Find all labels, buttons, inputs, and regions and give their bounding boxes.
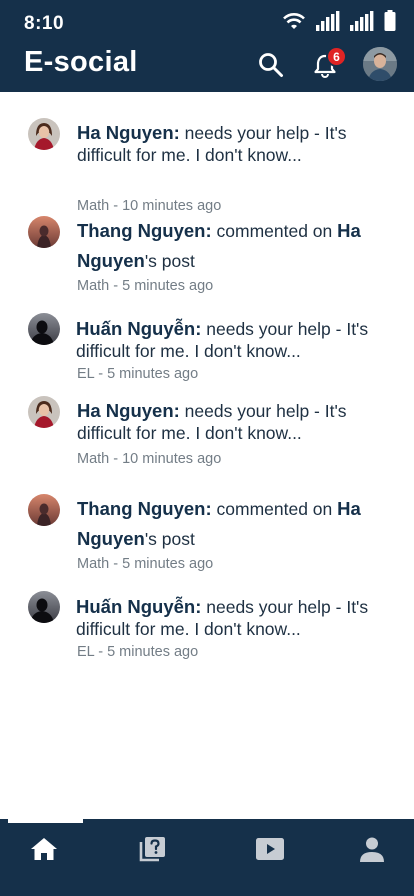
- status-time: 8:10: [24, 13, 65, 34]
- profile-photo: [363, 47, 397, 81]
- home-icon: [31, 838, 57, 860]
- nav-profile[interactable]: [352, 829, 392, 869]
- notification-meta: Math - 5 minutes ago: [77, 556, 214, 572]
- avatar: [28, 591, 60, 623]
- notification-meta: EL - 5 minutes ago: [77, 366, 199, 382]
- search-button[interactable]: [257, 51, 285, 79]
- sender-name[interactable]: Huấn Nguyễn:: [76, 318, 201, 339]
- notification-meta: Math - 10 minutes ago: [77, 451, 222, 467]
- status-bar: 8:10: [0, 0, 414, 44]
- avatar-silhouette: [28, 591, 60, 623]
- active-tab-indicator: [8, 819, 83, 823]
- avatar: [28, 216, 60, 248]
- avatar: [28, 396, 60, 428]
- status-icons: [282, 9, 396, 31]
- notification-message: commented on: [211, 499, 338, 519]
- avatar: [28, 313, 60, 345]
- notification-text: Huấn Nguyễn: needs your help - It's diff…: [76, 318, 386, 362]
- nav-questions[interactable]: [132, 829, 172, 869]
- notification-text: Ha Nguyen: needs your help - It's diffic…: [77, 122, 387, 166]
- avatar: [28, 494, 60, 526]
- sender-name[interactable]: Huấn Nguyễn:: [76, 596, 201, 617]
- notification-message: commented on: [211, 221, 338, 241]
- wifi-icon: [283, 13, 305, 29]
- search-icon: [259, 53, 283, 77]
- app-bar: E-social 6: [0, 44, 414, 92]
- video-play-icon: [256, 838, 284, 860]
- cellular-signal-icon: [316, 11, 340, 31]
- sender-name[interactable]: Ha Nguyen:: [77, 400, 180, 421]
- bottom-navigation: [0, 819, 414, 896]
- avatar-sunset: [28, 216, 60, 248]
- sender-name[interactable]: Ha Nguyen:: [77, 122, 180, 143]
- app-title: E-social: [24, 46, 138, 78]
- question-library-icon: [139, 837, 165, 862]
- notification-text: Ha Nguyen: needs your help - It's diffic…: [77, 400, 387, 444]
- sender-name[interactable]: Thang Nguyen:: [77, 498, 212, 519]
- avatar-sunset: [28, 494, 60, 526]
- notification-badge: 6: [326, 46, 347, 67]
- notification-text: Thang Nguyen: commented on Ha Nguyen's p…: [77, 494, 387, 554]
- sender-name[interactable]: Thang Nguyen:: [77, 220, 212, 241]
- cellular-signal-2-icon: [350, 11, 374, 31]
- app-header: 8:10 E-social 6: [0, 0, 414, 92]
- avatar-woman-red: [28, 396, 60, 428]
- avatar-silhouette: [28, 313, 60, 345]
- notification-text: Thang Nguyen: commented on Ha Nguyen's p…: [77, 216, 387, 276]
- nav-videos[interactable]: [250, 829, 290, 869]
- notification-meta: Math - 10 minutes ago: [77, 198, 222, 214]
- nav-home[interactable]: [24, 829, 64, 869]
- avatar-woman-red: [28, 118, 60, 150]
- notification-meta: Math - 5 minutes ago: [77, 278, 214, 294]
- avatar: [28, 118, 60, 150]
- notification-text: Huấn Nguyễn: needs your help - It's diff…: [76, 596, 386, 640]
- notification-suffix: 's post: [144, 529, 195, 549]
- profile-avatar[interactable]: [363, 47, 397, 81]
- notification-suffix: 's post: [144, 251, 195, 271]
- profile-icon: [360, 837, 384, 862]
- notifications-button[interactable]: 6: [310, 46, 347, 80]
- battery-icon: [384, 10, 396, 31]
- notification-meta: EL - 5 minutes ago: [77, 644, 199, 660]
